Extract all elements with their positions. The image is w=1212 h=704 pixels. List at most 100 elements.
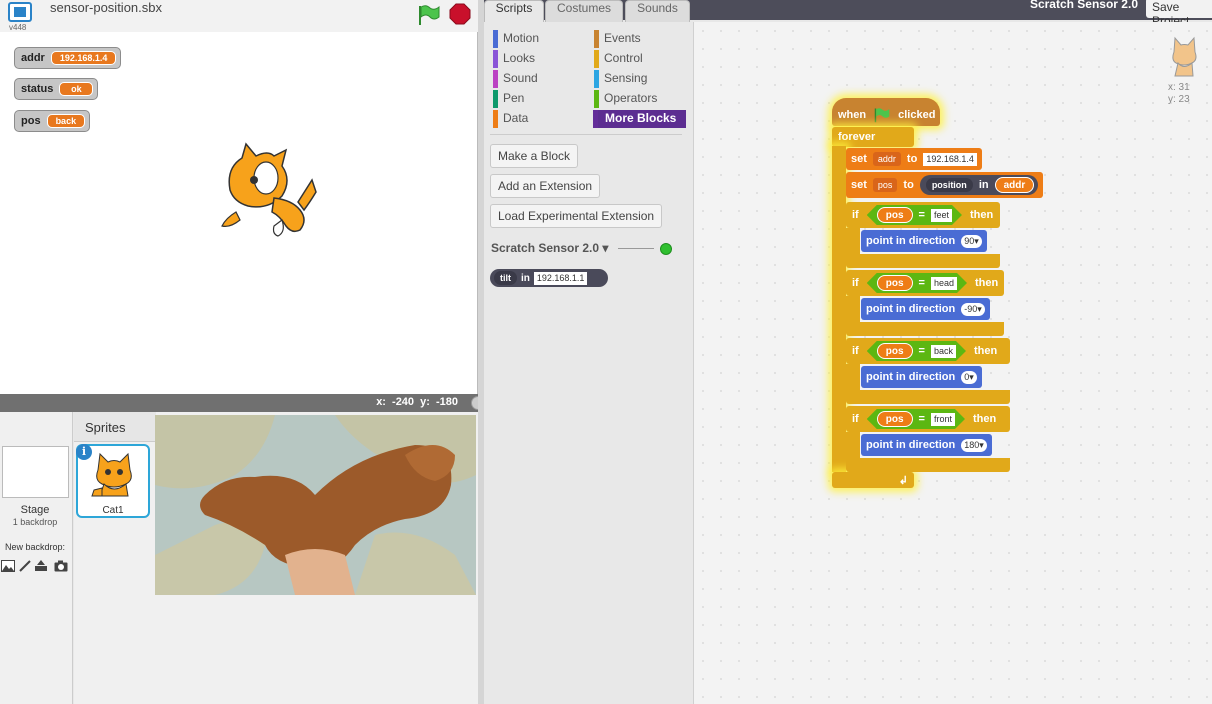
position-dropdown[interactable]: position bbox=[925, 178, 973, 192]
loop-arrow-icon: ↲ bbox=[898, 474, 908, 487]
to-label: to bbox=[903, 179, 914, 191]
then-label: then bbox=[969, 209, 994, 221]
sprites-label: Sprites bbox=[85, 420, 126, 435]
cat-sprite[interactable] bbox=[212, 140, 322, 238]
point-in-direction-block[interactable]: point in direction 180▾ bbox=[861, 434, 992, 456]
direction-dropdown[interactable]: 0▾ bbox=[961, 370, 977, 384]
stage-canvas[interactable]: addr 192.168.1.4 status ok pos back bbox=[0, 32, 478, 394]
palette-divider bbox=[490, 134, 682, 135]
forever-block[interactable]: forever bbox=[832, 127, 914, 147]
category-more-blocks[interactable]: More Blocks bbox=[593, 110, 687, 128]
coordinate-readout: x: -240 y: -180 bbox=[373, 396, 458, 408]
monitor-pos[interactable]: pos back bbox=[14, 110, 91, 132]
monitor-name: pos bbox=[21, 115, 41, 127]
direction-dropdown[interactable]: 180▾ bbox=[961, 438, 987, 452]
category-looks[interactable]: Looks bbox=[491, 50, 535, 68]
point-in-direction-block[interactable]: point in direction -90▾ bbox=[861, 298, 990, 320]
clicked-label: clicked bbox=[898, 109, 936, 121]
category-sound[interactable]: Sound bbox=[491, 70, 538, 88]
point-in-direction-block[interactable]: point in direction 0▾ bbox=[861, 366, 982, 388]
load-experimental-extension-button[interactable]: Load Experimental Extension bbox=[490, 204, 663, 228]
addr-field[interactable]: 192.168.1.1 bbox=[533, 271, 588, 285]
sprite-card-cat1[interactable]: i Cat1 bbox=[76, 444, 150, 518]
paintbrush-icon[interactable] bbox=[18, 560, 32, 572]
if-arm bbox=[846, 228, 860, 256]
pos-variable[interactable]: pos bbox=[877, 275, 913, 291]
equals-label: = bbox=[918, 209, 925, 221]
category-events[interactable]: Events bbox=[592, 30, 641, 48]
if-bottom bbox=[846, 322, 1004, 336]
pos-variable[interactable]: pos bbox=[877, 411, 913, 427]
extension-title[interactable]: Scratch Sensor 2.0 ▾ bbox=[491, 241, 608, 255]
current-sprite-icon bbox=[1172, 36, 1197, 77]
upload-backdrop-icon[interactable] bbox=[34, 560, 48, 572]
var-dropdown[interactable]: addr bbox=[872, 152, 901, 166]
set-label: set bbox=[851, 153, 867, 165]
point-in-direction-label: point in direction bbox=[866, 235, 956, 247]
y-label: y: bbox=[420, 396, 430, 408]
set-pos-block[interactable]: set pos to position in addr bbox=[846, 172, 1044, 198]
addr-variable[interactable]: addr bbox=[994, 177, 1035, 193]
then-label: then bbox=[974, 277, 999, 289]
camera-icon[interactable] bbox=[54, 560, 68, 572]
equals-operator[interactable]: pos = back bbox=[867, 341, 966, 361]
forever-arm bbox=[832, 146, 846, 472]
tilt-dropdown[interactable]: tilt bbox=[494, 271, 517, 285]
category-control[interactable]: Control bbox=[592, 50, 643, 68]
compare-value-field[interactable]: head bbox=[931, 277, 957, 290]
when-flag-clicked-hat-block[interactable]: when clicked bbox=[832, 98, 940, 126]
if-arm bbox=[846, 364, 860, 392]
if-then-block[interactable]: if pos = back then bbox=[846, 338, 1010, 364]
set-addr-block[interactable]: set addr to 192.168.1.4 bbox=[846, 148, 982, 170]
in-label: in bbox=[521, 272, 530, 284]
sprite-y: y: 23 bbox=[1168, 94, 1190, 105]
if-arm bbox=[846, 432, 860, 460]
category-pen[interactable]: Pen bbox=[491, 90, 524, 108]
stop-icon[interactable] bbox=[449, 3, 471, 25]
category-motion[interactable]: Motion bbox=[491, 30, 539, 48]
tilt-in-reporter-block[interactable]: tilt in 192.168.1.1 bbox=[490, 269, 608, 287]
addr-value-field[interactable]: 192.168.1.4 bbox=[923, 152, 977, 166]
stage-thumbnail[interactable] bbox=[2, 446, 69, 498]
compare-value-field[interactable]: front bbox=[931, 413, 955, 426]
make-a-block-button[interactable]: Make a Block bbox=[490, 144, 579, 168]
var-dropdown[interactable]: pos bbox=[872, 178, 898, 192]
if-then-block[interactable]: if pos = front then bbox=[846, 406, 1010, 432]
equals-label: = bbox=[918, 277, 925, 289]
tab-scripts[interactable]: Scripts bbox=[484, 0, 544, 22]
green-flag-icon[interactable] bbox=[416, 4, 442, 26]
pos-variable[interactable]: pos bbox=[877, 207, 913, 223]
category-sensing[interactable]: Sensing bbox=[592, 70, 647, 88]
paint-backdrop-library-icon[interactable] bbox=[1, 560, 15, 572]
direction-dropdown[interactable]: -90▾ bbox=[961, 302, 985, 316]
add-extension-button[interactable]: Add an Extension bbox=[490, 174, 601, 198]
compare-value-field[interactable]: back bbox=[931, 345, 956, 358]
point-in-direction-block[interactable]: point in direction 90▾ bbox=[861, 230, 987, 252]
pos-variable[interactable]: pos bbox=[877, 343, 913, 359]
category-data[interactable]: Data bbox=[491, 110, 528, 128]
tab-sounds[interactable]: Sounds bbox=[625, 0, 690, 22]
compare-value-field[interactable]: feet bbox=[931, 209, 952, 222]
fullscreen-icon[interactable] bbox=[8, 2, 32, 22]
direction-dropdown[interactable]: 90▾ bbox=[961, 234, 982, 248]
equals-operator[interactable]: pos = feet bbox=[867, 205, 962, 225]
if-label: if bbox=[852, 209, 859, 221]
category-operators[interactable]: Operators bbox=[592, 90, 657, 108]
forever-bottom: ↲ bbox=[832, 472, 914, 488]
position-reporter[interactable]: position in addr bbox=[919, 175, 1039, 195]
monitor-status[interactable]: status ok bbox=[14, 78, 99, 100]
equals-operator[interactable]: pos = head bbox=[867, 273, 967, 293]
save-project-button[interactable]: Save Project bbox=[1146, 0, 1212, 28]
if-then-block[interactable]: if pos = head then bbox=[846, 270, 1004, 296]
equals-label: = bbox=[918, 345, 925, 357]
if-label: if bbox=[852, 345, 859, 357]
project-title[interactable]: sensor-position.sbx bbox=[50, 0, 162, 15]
x-label: x: bbox=[376, 396, 386, 408]
if-then-block[interactable]: if pos = feet then bbox=[846, 202, 1000, 228]
tab-costumes[interactable]: Costumes bbox=[545, 0, 623, 22]
monitor-addr[interactable]: addr 192.168.1.4 bbox=[14, 47, 122, 69]
sprite-name: Cat1 bbox=[102, 505, 124, 516]
equals-operator[interactable]: pos = front bbox=[867, 409, 965, 429]
cat1-thumbnail bbox=[91, 452, 132, 497]
extension-status-indicator bbox=[660, 243, 672, 255]
